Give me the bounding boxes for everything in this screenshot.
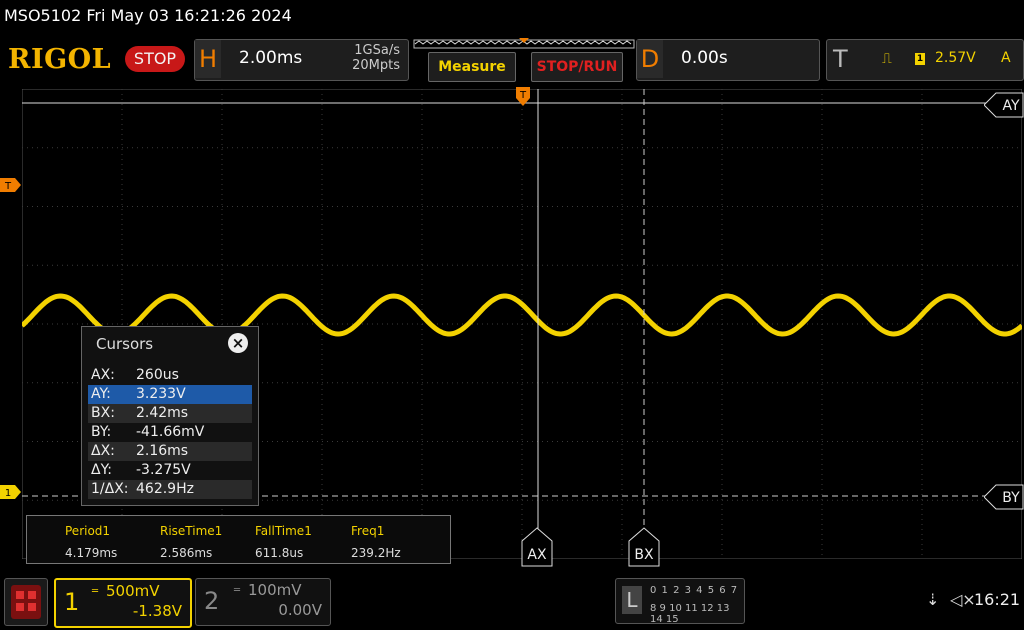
measurement-value: 239.2Hz: [351, 546, 401, 560]
by-cursor-tag[interactable]: BY: [984, 484, 1024, 510]
svg-text:AX: AX: [527, 547, 547, 563]
ch2-scale: 100mV: [248, 581, 302, 599]
delay-panel[interactable]: D 0.00s: [636, 39, 820, 81]
ch1-offset-marker[interactable]: 1: [0, 485, 22, 499]
dc-coupling-icon: ═: [234, 585, 241, 596]
memory-depth: 20Mpts: [352, 58, 400, 73]
sample-rate: 1GSa/s: [354, 43, 400, 58]
cursor-value: -3.275V: [136, 462, 191, 478]
home-button[interactable]: [4, 578, 48, 626]
trigger-position-marker: T: [516, 87, 530, 106]
acquisition-info: 1GSa/s 20Mpts: [352, 43, 400, 73]
rigol-logo: RIGOL: [8, 44, 112, 75]
trigger-channel-badge: 1: [915, 53, 925, 65]
cursor-row-ax[interactable]: AX: 260us: [88, 366, 252, 385]
cursor-value: 260us: [136, 367, 179, 383]
svg-text:T: T: [519, 90, 527, 101]
ch2-number: 2: [204, 587, 220, 615]
ch1-settings[interactable]: 1 ═ 500mV -1.38V: [54, 578, 192, 628]
trigger-panel[interactable]: T ⎍ 1 2.57V A: [826, 39, 1024, 81]
measurement-bar[interactable]: Period1 4.179ms RiseTime1 2.586ms FallTi…: [26, 515, 451, 564]
ch2-settings[interactable]: 2 ═ 100mV 0.00V: [195, 578, 331, 626]
delay-value: 0.00s: [681, 48, 728, 68]
measurement-name: Freq1: [351, 524, 385, 538]
timebase-value: 2.00ms: [239, 48, 303, 68]
cursor-value: -41.66mV: [136, 424, 205, 440]
stop-run-button[interactable]: STOP/RUN: [531, 52, 623, 82]
svg-text:AY: AY: [1002, 98, 1019, 114]
measurement-name: FallTime1: [255, 524, 312, 538]
ch1-number: 1: [64, 588, 80, 616]
title-bar: MSO5102 Fri May 03 16:21:26 2024: [4, 6, 292, 25]
trigger-mode: A: [1001, 50, 1011, 66]
cursor-row-ay[interactable]: AY: 3.233V: [88, 385, 252, 404]
la-channels-high: 8 9 10 11 12 13 14 15: [650, 603, 730, 625]
cursor-label: AX:: [91, 367, 115, 383]
cursor-value: 462.9Hz: [136, 481, 194, 497]
cursor-row-bx[interactable]: BX: 2.42ms: [88, 404, 252, 423]
status-clock: 16:21: [974, 590, 1021, 609]
horizontal-letter: H: [195, 40, 221, 78]
close-icon[interactable]: ×: [228, 333, 248, 353]
ch1-offset: -1.38V: [132, 602, 182, 620]
measurement-name: Period1: [65, 524, 111, 538]
cursor-label: BY:: [91, 424, 112, 440]
cursors-title: Cursors: [96, 335, 154, 353]
ax-cursor-tag[interactable]: AX: [521, 527, 553, 567]
measurement-name: RiseTime1: [160, 524, 223, 538]
run-state-badge[interactable]: STOP: [125, 46, 185, 72]
cursor-label: ΔX:: [91, 443, 115, 459]
cursor-value: 2.42ms: [136, 405, 189, 421]
cursor-row-dx: ΔX: 2.16ms: [88, 442, 252, 461]
trigger-letter: T: [833, 45, 848, 73]
svg-text:T: T: [4, 181, 12, 192]
svg-text:BX: BX: [634, 547, 654, 563]
logic-analyzer-panel[interactable]: L 0 1 2 3 4 5 6 7 8 9 10 11 12 13 14 15: [615, 578, 745, 625]
rising-edge-icon: ⎍: [882, 51, 892, 67]
cursor-label: ΔY:: [91, 462, 112, 478]
ch2-offset: 0.00V: [278, 601, 322, 619]
memory-overview-bar: [413, 38, 635, 49]
la-channels-low: 0 1 2 3 4 5 6 7: [650, 585, 739, 596]
usb-icon: ⇣: [926, 590, 940, 609]
cursor-row-by[interactable]: BY: -41.66mV: [88, 423, 252, 442]
svg-text:1: 1: [5, 488, 11, 499]
cursors-panel: Cursors × AX: 260us AY: 3.233V BX: 2.42m…: [81, 326, 259, 506]
cursor-row-dy: ΔY: -3.275V: [88, 461, 252, 480]
cursor-label: AY:: [91, 386, 111, 402]
delay-letter: D: [637, 40, 663, 78]
dc-coupling-icon: ═: [92, 586, 99, 597]
measure-button[interactable]: Measure: [428, 52, 516, 82]
ay-cursor-tag[interactable]: AY: [984, 92, 1024, 118]
measurement-value: 611.8us: [255, 546, 304, 560]
cursor-label: 1/ΔX:: [91, 481, 129, 497]
measurement-value: 4.179ms: [65, 546, 118, 560]
cursor-label: BX:: [91, 405, 115, 421]
speaker-muted-icon[interactable]: ◁×: [950, 590, 976, 609]
la-letter: L: [622, 586, 642, 614]
horizontal-panel[interactable]: H 2.00ms 1GSa/s 20Mpts: [194, 39, 409, 81]
svg-text:BY: BY: [1002, 490, 1020, 506]
measurement-value: 2.586ms: [160, 546, 213, 560]
cursor-value: 3.233V: [136, 386, 186, 402]
cursor-row-inv-dx: 1/ΔX: 462.9Hz: [88, 480, 252, 499]
cursor-value: 2.16ms: [136, 443, 189, 459]
trigger-level-marker: T: [0, 178, 21, 192]
ch1-scale: 500mV: [106, 582, 160, 600]
trigger-level: 2.57V: [935, 50, 976, 66]
grid-menu-icon: [11, 585, 41, 619]
bx-cursor-tag[interactable]: BX: [628, 527, 660, 567]
